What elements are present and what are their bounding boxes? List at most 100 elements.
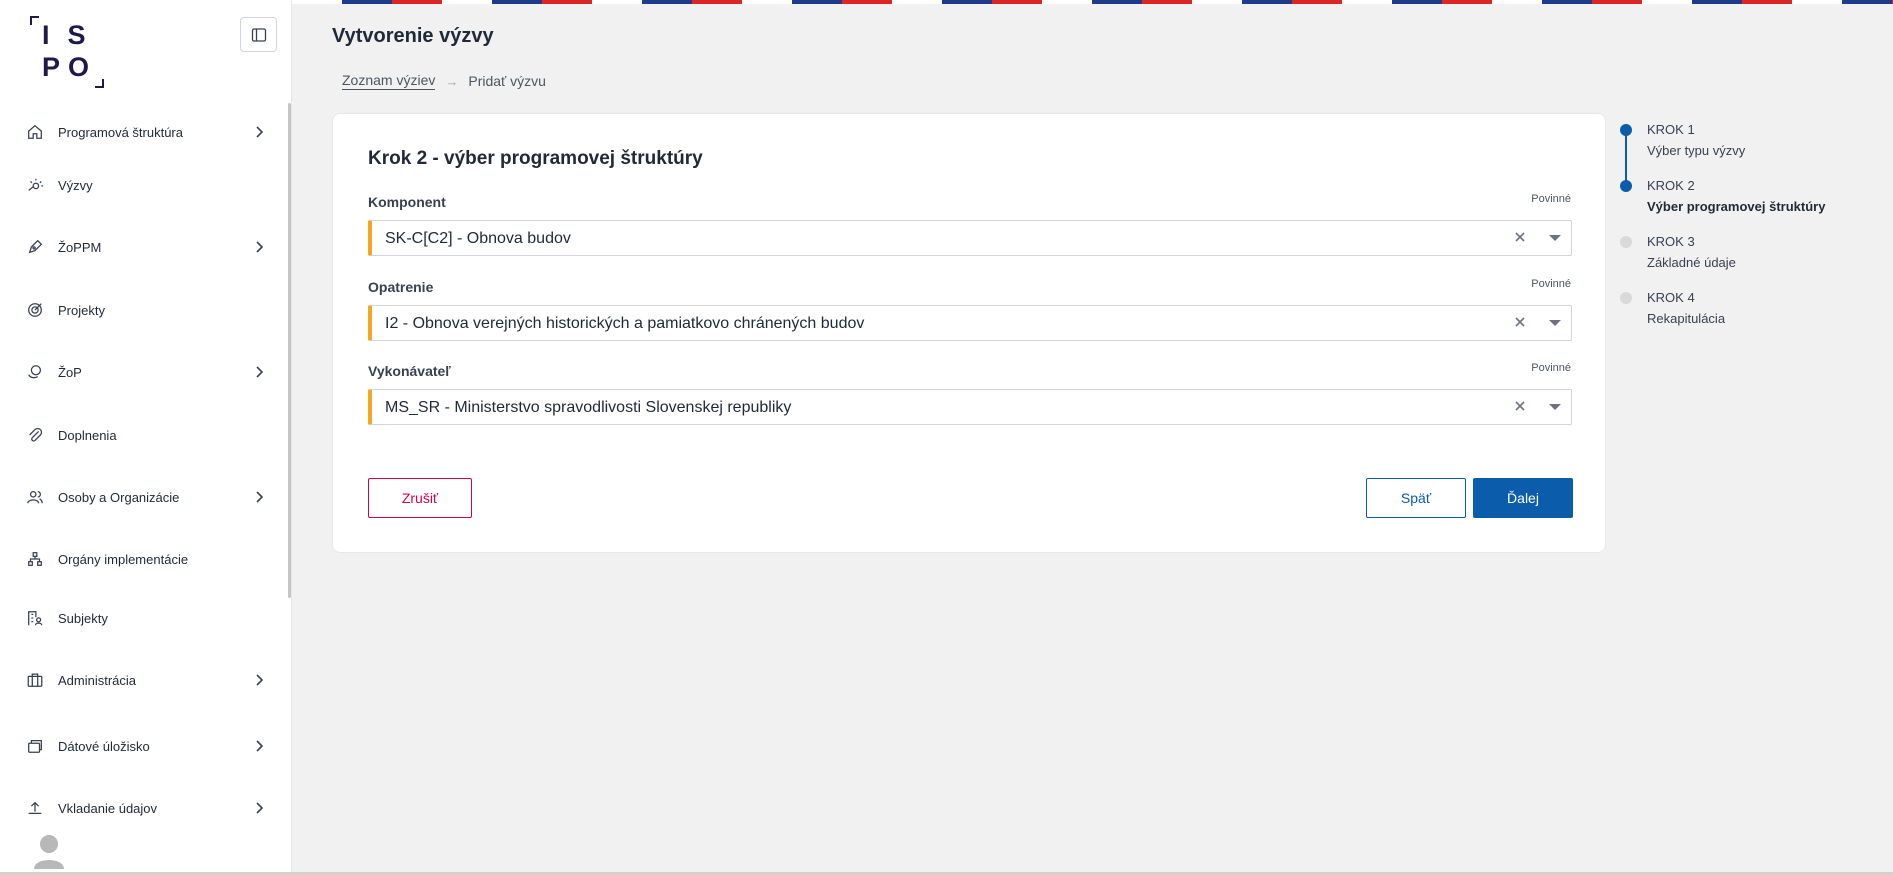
flag-stripe-segment [1042, 0, 1192, 4]
sidebar-item-zoppm[interactable]: ŽoPPM [0, 227, 280, 267]
sidebar-scrollbar[interactable] [288, 103, 291, 598]
clear-icon[interactable] [1513, 315, 1527, 329]
step-1: KROK 1 Výber typu výzvy [1620, 120, 1890, 170]
chevron-right-icon [256, 802, 264, 814]
breadcrumb-arrow-icon: → [445, 73, 459, 89]
coin-icon [25, 362, 45, 382]
flag-stripe-color [1292, 0, 1342, 4]
cancel-button[interactable]: Zrušiť [368, 478, 472, 518]
komponent-selected-value: SK-C[C2] - Obnova budov [385, 230, 571, 247]
sidebar-item-programova-struktura[interactable]: Programová štruktúra [0, 112, 280, 152]
sidebar-item-administracia[interactable]: Administrácia [0, 660, 280, 700]
clear-icon[interactable] [1513, 399, 1527, 413]
komponent-label: Komponent [368, 194, 446, 210]
dropdown-caret-icon[interactable] [1549, 235, 1561, 241]
step-form-card: Krok 2 - výber programovej štruktúry Kom… [332, 113, 1606, 553]
flag-stripe-color [1042, 0, 1092, 4]
building-user-icon [25, 608, 45, 628]
chevron-right-icon [256, 126, 264, 138]
flag-stripe-segment [892, 0, 1042, 4]
vykonavatel-required-text: Povinné [1531, 362, 1571, 374]
sidebar-item-label: Programová štruktúra [58, 124, 183, 140]
opatrenie-label: Opatrenie [368, 279, 434, 295]
breadcrumb-link-zoznam-vyziev[interactable]: Zoznam výziev [342, 72, 436, 90]
flag-stripe-color [392, 0, 442, 4]
user-avatar-icon[interactable] [33, 833, 65, 869]
flag-stripe-color [1842, 0, 1892, 4]
flag-stripe-color [692, 0, 742, 4]
back-button[interactable]: Späť [1366, 478, 1466, 518]
flag-stripe-color [542, 0, 592, 4]
sidebar-item-label: Dátové úložisko [58, 738, 150, 754]
flag-stripe-segment [1192, 0, 1342, 4]
flag-stripe-color [1542, 0, 1592, 4]
flag-stripe-color [1492, 0, 1542, 4]
step-name: Rekapitulácia [1647, 311, 1726, 326]
database-icon [25, 736, 45, 756]
vykonavatel-select[interactable]: MS_SR - Ministerstvo spravodlivosti Slov… [368, 389, 1572, 425]
flag-stripes [292, 0, 1893, 5]
komponent-select[interactable]: SK-C[C2] - Obnova budov [368, 220, 1572, 256]
opatrenie-selected-value: I2 - Obnova verejných historických a pam… [385, 315, 865, 332]
flag-stripe-color [1192, 0, 1242, 4]
step-4: KROK 4 Rekapitulácia [1620, 288, 1890, 338]
sidebar-item-subjekty[interactable]: Subjekty [0, 598, 280, 638]
sidebar-item-label: ŽoP [58, 364, 82, 380]
opatrenie-select[interactable]: I2 - Obnova verejných historických a pam… [368, 305, 1572, 341]
target-icon [25, 300, 45, 320]
flag-stripe-color [792, 0, 842, 4]
sidebar-item-label: Vkladanie údajov [58, 800, 158, 816]
sidebar-item-label: Osoby a Organizácie [58, 489, 180, 505]
chevron-right-icon [256, 491, 264, 503]
next-button[interactable]: Ďalej [1473, 478, 1573, 518]
flag-stripe-segment [592, 0, 742, 4]
hierarchy-icon [25, 549, 45, 569]
dropdown-caret-icon[interactable] [1549, 404, 1561, 410]
announcement-icon [25, 175, 45, 195]
flag-stripe-color [742, 0, 792, 4]
upload-icon [25, 798, 45, 818]
sidebar-item-zop[interactable]: ŽoP [0, 352, 280, 392]
step-number: KROK 4 [1647, 290, 1695, 305]
breadcrumb: Zoznam výziev → Pridať výzvu [342, 72, 546, 90]
sidebar-item-label: ŽoPPM [58, 239, 102, 255]
chevron-right-icon [256, 740, 264, 752]
users-icon [25, 487, 45, 507]
sidebar-item-label: Projekty [58, 302, 105, 318]
flag-stripe-segment [1792, 0, 1893, 4]
flag-stripe-segment [442, 0, 592, 4]
sidebar-item-projekty[interactable]: Projekty [0, 290, 280, 330]
sidebar-collapse-button[interactable] [240, 17, 277, 52]
logo-text-line2: PO [42, 52, 98, 82]
ispo-logo[interactable]: IS PO [30, 16, 104, 88]
sidebar-item-vkladanie-udajov[interactable]: Vkladanie údajov [0, 788, 280, 828]
clear-icon[interactable] [1513, 230, 1527, 244]
page-title: Vytvorenie výzvy [332, 25, 494, 47]
dropdown-caret-icon[interactable] [1549, 320, 1561, 326]
chevron-right-icon [256, 366, 264, 378]
flag-stripe-segment [1492, 0, 1642, 4]
flag-stripe-color [1392, 0, 1442, 4]
sidebar-item-organy-implementacie[interactable]: Orgány implementácie [0, 539, 280, 579]
breadcrumb-current: Pridať výzvu [468, 73, 546, 89]
step-2: KROK 2 Výber programovej štruktúry [1620, 176, 1890, 226]
chevron-right-icon [256, 241, 264, 253]
flag-stripe-color [1442, 0, 1492, 4]
sidebar-item-datove-ulozisko[interactable]: Dátové úložisko [0, 726, 280, 766]
logo-corner [30, 16, 39, 25]
flag-stripe-segment [1342, 0, 1492, 4]
flag-stripe-color [642, 0, 692, 4]
flag-stripe-segment [1642, 0, 1792, 4]
pen-icon [25, 237, 45, 257]
step-dot-icon [1620, 180, 1632, 192]
flag-stripe-color [1242, 0, 1292, 4]
vykonavatel-selected-value: MS_SR - Ministerstvo spravodlivosti Slov… [385, 399, 792, 416]
sidebar-item-doplnenia[interactable]: Doplnenia [0, 415, 280, 455]
flag-stripe-color [1092, 0, 1142, 4]
sidebar-item-label: Doplnenia [58, 427, 117, 443]
sidebar-item-osoby-a-organizacie[interactable]: Osoby a Organizácie [0, 477, 280, 517]
sidebar-item-vyzvy[interactable]: Výzvy [0, 165, 280, 205]
sidebar-item-label: Subjekty [58, 610, 108, 626]
step-number: KROK 3 [1647, 234, 1695, 249]
flag-stripe-color [892, 0, 942, 4]
